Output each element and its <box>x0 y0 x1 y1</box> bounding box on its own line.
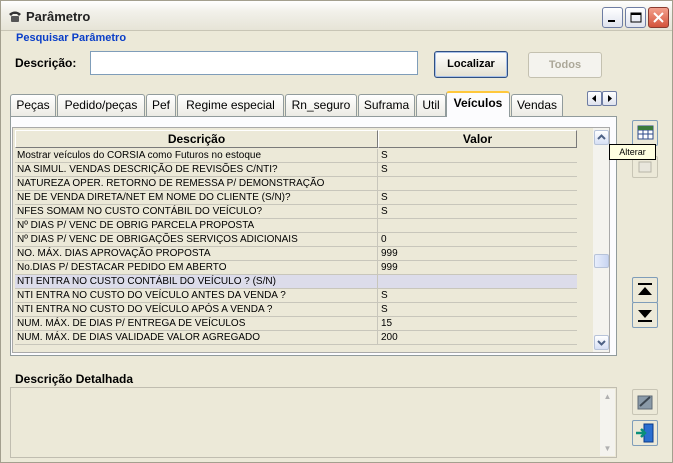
tab-scroll-right-button[interactable] <box>602 91 617 106</box>
table-row-selected[interactable]: NTI ENTRA NO CUSTO CONTÁBIL DO VEÍCULO ?… <box>15 275 577 289</box>
detail-scrollbar[interactable]: ▲ ▼ <box>600 389 615 456</box>
move-top-icon <box>638 283 652 295</box>
scroll-down-button[interactable] <box>594 335 609 350</box>
disabled-save-button[interactable] <box>632 389 658 415</box>
cell-description: NUM. MÁX. DE DIAS P/ ENTREGA DE VEÍCULOS <box>15 317 378 331</box>
table-row[interactable]: Nº DIAS P/ VENC DE OBRIG PARCELA PROPOST… <box>15 219 577 233</box>
move-bottom-icon <box>638 310 652 322</box>
cell-description: NTI ENTRA NO CUSTO DO VEÍCULO APÓS A VEN… <box>15 303 378 317</box>
cell-description: NE DE VENDA DIRETA/NET EM NOME DO CLIENT… <box>15 191 378 205</box>
table-row[interactable]: NTI ENTRA NO CUSTO DO VEÍCULO ANTES DA V… <box>15 289 577 303</box>
arrow-right-icon <box>608 95 612 102</box>
table-row[interactable]: NATUREZA OPER. RETORNO DE REMESSA P/ DEM… <box>15 177 577 191</box>
chevron-down-icon <box>597 340 606 346</box>
grid-header: Descrição Valor <box>15 130 591 148</box>
cell-value: 0 <box>381 234 387 245</box>
maximize-button[interactable] <box>625 7 646 28</box>
cell-value <box>379 219 577 233</box>
search-section-header: Pesquisar Parâmetro <box>16 32 127 44</box>
description-label: Descrição: <box>15 56 77 70</box>
tab-scroll-left-button[interactable] <box>587 91 602 106</box>
tab-vendas[interactable]: Vendas <box>511 94 563 116</box>
column-header-descricao[interactable]: Descrição <box>15 130 378 148</box>
cell-description: Nº DIAS P/ VENC DE OBRIGAÇÕES SERVIÇOS A… <box>15 233 378 247</box>
cell-value: 15 <box>381 318 393 329</box>
cell-description: Nº DIAS P/ VENC DE OBRIG PARCELA PROPOST… <box>15 219 378 233</box>
phone-icon <box>9 11 21 22</box>
tab-suframa[interactable]: Suframa <box>358 94 415 116</box>
cell-value: S <box>381 304 388 315</box>
table-row[interactable]: NE DE VENDA DIRETA/NET EM NOME DO CLIENT… <box>15 191 577 205</box>
cell-description: NFES SOMAM NO CUSTO CONTÁBIL DO VEÍCULO? <box>15 205 378 219</box>
detail-description-textarea[interactable]: ▲ ▼ <box>10 387 617 458</box>
alterar-tooltip: Alterar <box>609 144 656 160</box>
cell-value: S <box>381 206 388 217</box>
cell-value: 999 <box>381 248 398 259</box>
window-title: Parâmetro <box>26 9 91 24</box>
close-icon <box>653 12 664 23</box>
cell-value: 999 <box>381 262 398 273</box>
cell-value: S <box>381 150 388 161</box>
chevron-up-icon <box>597 134 606 140</box>
tab-pef[interactable]: Pef <box>146 94 176 116</box>
detail-description-label: Descrição Detalhada <box>15 372 134 386</box>
tab-pedido-pecas[interactable]: Pedido/peças <box>57 94 145 116</box>
cell-description: NTI ENTRA NO CUSTO DO VEÍCULO ANTES DA V… <box>15 289 378 303</box>
minimize-icon <box>608 20 615 22</box>
disabled-save-icon <box>637 395 653 410</box>
table-edit-icon <box>637 125 654 140</box>
exit-button[interactable] <box>632 420 658 446</box>
cell-description: NA SIMUL. VENDAS DESCRIÇÃO DE REVISÕES C… <box>15 163 378 177</box>
parametro-window: Parâmetro Pesquisar Parâmetro Descrição:… <box>0 0 673 463</box>
maximize-icon <box>630 12 642 23</box>
tab-rn-seguro[interactable]: Rn_seguro <box>285 94 357 116</box>
exit-door-icon <box>636 423 654 443</box>
cell-description: NATUREZA OPER. RETORNO DE REMESSA P/ DEM… <box>15 177 378 191</box>
scroll-thumb[interactable] <box>594 254 609 268</box>
cell-value: 200 <box>381 332 398 343</box>
table-row[interactable]: Nº DIAS P/ VENC DE OBRIGAÇÕES SERVIÇOS A… <box>15 233 577 247</box>
tab-util[interactable]: Util <box>416 94 446 116</box>
table-row[interactable]: NTI ENTRA NO CUSTO DO VEÍCULO APÓS A VEN… <box>15 303 577 317</box>
cell-value <box>379 177 577 191</box>
cell-description: Mostrar veículos do CORSIA como Futuros … <box>15 149 378 163</box>
arrow-left-icon <box>592 95 596 102</box>
tab-pecas[interactable]: Peças <box>10 94 56 116</box>
cell-description: NO. MÁX. DIAS APROVAÇÃO PROPOSTA <box>15 247 378 261</box>
table-row[interactable]: Mostrar veículos do CORSIA como Futuros … <box>15 149 577 163</box>
cell-value <box>379 275 577 289</box>
table-row[interactable]: NA SIMUL. VENDAS DESCRIÇÃO DE REVISÕES C… <box>15 163 577 177</box>
tab-strip: Peças Pedido/peças Pef Regime especial R… <box>10 91 565 117</box>
disabled-edit-icon <box>638 161 652 173</box>
cell-value: S <box>381 164 388 175</box>
todos-button[interactable]: Todos <box>528 52 602 78</box>
cell-description: NUM. MÁX. DE DIAS VALIDADE VALOR AGREGAD… <box>15 331 378 345</box>
cell-value: S <box>381 192 388 203</box>
scroll-down-icon[interactable]: ▼ <box>600 441 615 456</box>
cell-description: NTI ENTRA NO CUSTO CONTÁBIL DO VEÍCULO ?… <box>15 275 378 289</box>
move-top-button[interactable] <box>632 277 658 303</box>
table-row[interactable]: NUM. MÁX. DE DIAS P/ ENTREGA DE VEÍCULOS… <box>15 317 577 331</box>
tab-regime-especial[interactable]: Regime especial <box>177 94 284 116</box>
cell-value: S <box>381 290 388 301</box>
scroll-up-button[interactable] <box>594 130 609 145</box>
table-row[interactable]: NFES SOMAM NO CUSTO CONTÁBIL DO VEÍCULO?… <box>15 205 577 219</box>
cell-description: No.DIAS P/ DESTACAR PEDIDO EM ABERTO <box>15 261 378 275</box>
table-row[interactable]: No.DIAS P/ DESTACAR PEDIDO EM ABERTO 999 <box>15 261 577 275</box>
scroll-up-icon[interactable]: ▲ <box>600 389 615 404</box>
grid-vertical-scrollbar[interactable] <box>593 128 609 352</box>
alterar-button[interactable] <box>632 120 658 146</box>
column-header-valor[interactable]: Valor <box>378 130 577 148</box>
parameter-grid[interactable]: Descrição Valor Mostrar veículos do CORS… <box>12 127 610 353</box>
table-row[interactable]: NUM. MÁX. DE DIAS VALIDADE VALOR AGREGAD… <box>15 331 577 345</box>
description-input[interactable] <box>90 51 418 75</box>
table-row[interactable]: NO. MÁX. DIAS APROVAÇÃO PROPOSTA 999 <box>15 247 577 261</box>
title-bar[interactable]: Parâmetro <box>1 1 672 31</box>
close-button[interactable] <box>648 7 669 28</box>
minimize-button[interactable] <box>602 7 623 28</box>
move-bottom-button[interactable] <box>632 302 658 328</box>
tab-veiculos[interactable]: Veículos <box>446 91 510 117</box>
localizar-button[interactable]: Localizar <box>434 51 508 78</box>
